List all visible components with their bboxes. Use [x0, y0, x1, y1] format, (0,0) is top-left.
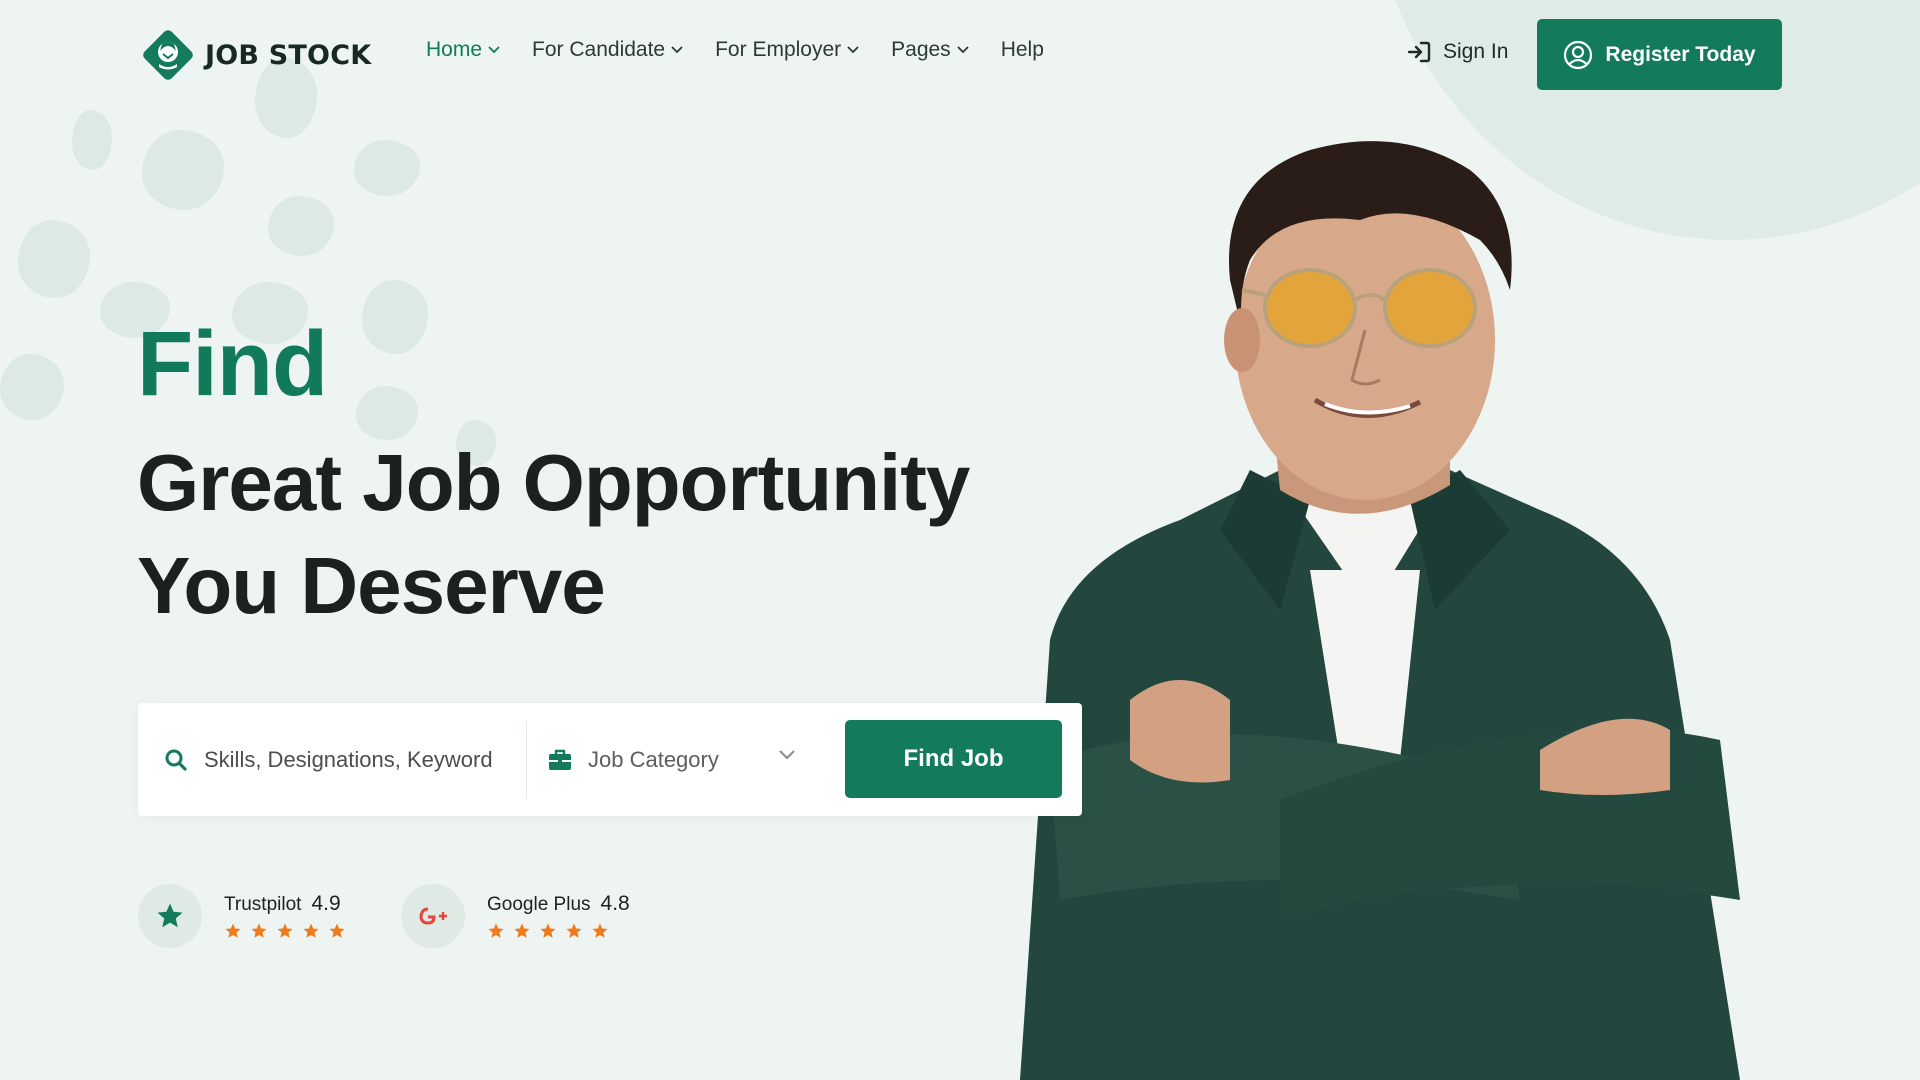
- nav-item-for-employer[interactable]: For Employer: [715, 38, 859, 62]
- nav-item-label: Home: [426, 38, 483, 61]
- rating-google-plus: Google Plus 4.8: [401, 884, 630, 948]
- star-rating: [487, 922, 630, 940]
- star-icon: [251, 923, 267, 938]
- job-category-label: Job Category: [588, 746, 719, 772]
- job-search-panel: Job Category Find Job: [138, 703, 1082, 816]
- star-icon: [225, 923, 241, 938]
- find-job-button[interactable]: Find Job: [845, 720, 1062, 798]
- page: JOB STOCK Home For Candidate For Employe…: [0, 0, 1920, 1080]
- decorative-blob: [72, 110, 112, 170]
- chevron-down-icon[interactable]: [778, 749, 796, 761]
- briefcase-icon: [549, 749, 571, 770]
- decorative-blob: [142, 130, 224, 210]
- decorative-blob: [268, 196, 334, 256]
- chevron-down-icon: [847, 46, 859, 54]
- star-rating: [224, 922, 346, 940]
- user-circle-icon: [1564, 40, 1593, 69]
- rating-score: 4.9: [311, 892, 341, 915]
- chevron-down-icon: [488, 46, 500, 54]
- chevron-down-icon: [671, 46, 683, 54]
- logo-icon: [143, 30, 193, 80]
- keyword-field: [164, 703, 524, 816]
- rating-score: 4.8: [600, 892, 630, 915]
- main-nav: Home For Candidate For Employer Pages He…: [426, 38, 1044, 62]
- sign-in-label: Sign In: [1443, 40, 1509, 63]
- star-icon: [138, 884, 202, 948]
- hero-person-image: [1020, 141, 1740, 1080]
- keyword-input[interactable]: [204, 746, 524, 773]
- star-icon: [303, 923, 319, 938]
- hero-title-accent: Find: [137, 313, 328, 415]
- decorative-blob: [0, 354, 64, 420]
- divider: [526, 721, 527, 799]
- star-icon: [277, 923, 293, 938]
- nav-item-label: Pages: [891, 38, 951, 61]
- job-category-select[interactable]: Job Category: [548, 703, 808, 816]
- nav-item-label: For Candidate: [532, 38, 666, 61]
- logo[interactable]: JOB STOCK: [137, 24, 371, 86]
- nav-item-for-candidate[interactable]: For Candidate: [532, 38, 683, 62]
- nav-item-label: For Employer: [715, 38, 842, 61]
- sign-in-link[interactable]: Sign In: [1407, 40, 1508, 64]
- rating-name: Google Plus: [487, 894, 591, 915]
- star-icon: [592, 923, 608, 938]
- decorative-blob: [354, 140, 420, 196]
- star-icon: [566, 923, 582, 938]
- decorative-blob: [18, 220, 90, 298]
- chevron-down-icon: [957, 46, 969, 54]
- star-icon: [514, 923, 530, 938]
- decorative-blob: [356, 386, 418, 440]
- star-icon: [488, 923, 504, 938]
- hero-title-line-1: Great Job Opportunity: [137, 438, 970, 527]
- rating-trustpilot: Trustpilot 4.9: [138, 884, 346, 948]
- nav-item-label: Help: [1000, 38, 1044, 61]
- google-plus-icon: [401, 884, 465, 948]
- nav-item-home[interactable]: Home: [426, 38, 500, 62]
- search-icon: [165, 749, 187, 771]
- nav-item-pages[interactable]: Pages: [891, 38, 969, 62]
- star-icon: [329, 923, 345, 938]
- brand-name: JOB STOCK: [205, 39, 372, 71]
- sign-in-icon: [1407, 41, 1431, 63]
- register-label: Register Today: [1605, 42, 1756, 66]
- rating-name: Trustpilot: [224, 894, 302, 915]
- star-icon: [540, 923, 556, 938]
- decorative-blob: [362, 280, 428, 354]
- nav-item-help[interactable]: Help: [1001, 38, 1044, 62]
- register-button[interactable]: Register Today: [1537, 19, 1782, 90]
- hero-title-line-2: You Deserve: [137, 541, 606, 630]
